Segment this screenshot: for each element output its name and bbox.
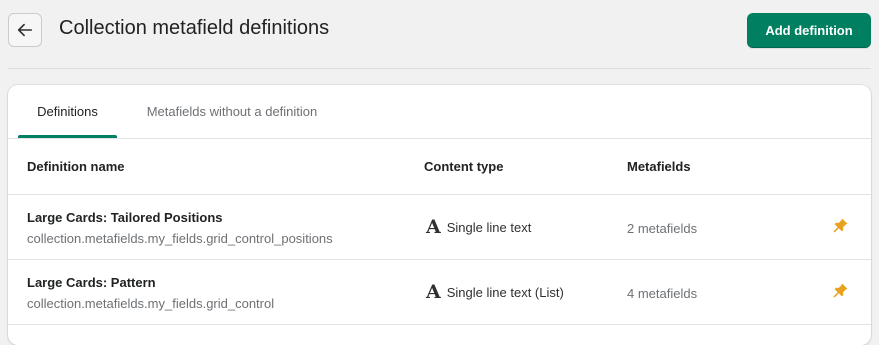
pin-button[interactable] (830, 216, 850, 236)
content-type-label: Single line text (446, 219, 532, 235)
pin-icon (833, 218, 848, 233)
page-title: Collection metafield definitions (59, 17, 330, 39)
column-header-metafields[interactable]: Metafields (627, 159, 691, 174)
letter-a-icon: A (426, 281, 441, 303)
pin-icon (833, 283, 848, 298)
tab-metafields-without-definition[interactable]: Metafields without a definition (129, 85, 335, 138)
page-header: Collection metafield definitions Add def… (0, 0, 879, 68)
definition-key: collection.metafields.my_fields.grid_con… (27, 296, 275, 311)
content-type: A Single line text (426, 216, 532, 238)
metafield-count: 2 metafields (627, 221, 698, 236)
content-type: A Single line text (List) (426, 281, 564, 303)
pin-button[interactable] (830, 281, 850, 301)
table-row[interactable]: Large Cards: Tailored Positions collecti… (8, 195, 871, 259)
column-header-content-type[interactable]: Content type (424, 159, 503, 174)
add-definition-button[interactable]: Add definition (747, 13, 871, 48)
definition-key: collection.metafields.my_fields.grid_con… (27, 231, 333, 246)
arrow-left-icon (17, 23, 33, 37)
tab-label: Definitions (37, 104, 98, 119)
table-row[interactable]: Large Cards: Pattern collection.metafiel… (8, 260, 871, 324)
metafield-count: 4 metafields (627, 286, 698, 301)
definitions-card: Definitions Metafields without a definit… (8, 85, 871, 345)
tab-label: Metafields without a definition (146, 104, 318, 119)
row-divider (8, 324, 871, 325)
content-type-label: Single line text (List) (446, 284, 564, 300)
tab-selected-indicator (18, 135, 117, 138)
back-button[interactable] (8, 13, 42, 47)
definition-name[interactable]: Large Cards: Pattern (27, 275, 156, 290)
column-header-definition-name[interactable]: Definition name (27, 159, 125, 174)
tab-definitions[interactable]: Definitions (18, 85, 117, 138)
letter-a-icon: A (426, 216, 441, 238)
tab-bar: Definitions Metafields without a definit… (8, 85, 871, 139)
header-divider (8, 68, 871, 69)
definition-name[interactable]: Large Cards: Tailored Positions (27, 210, 223, 225)
